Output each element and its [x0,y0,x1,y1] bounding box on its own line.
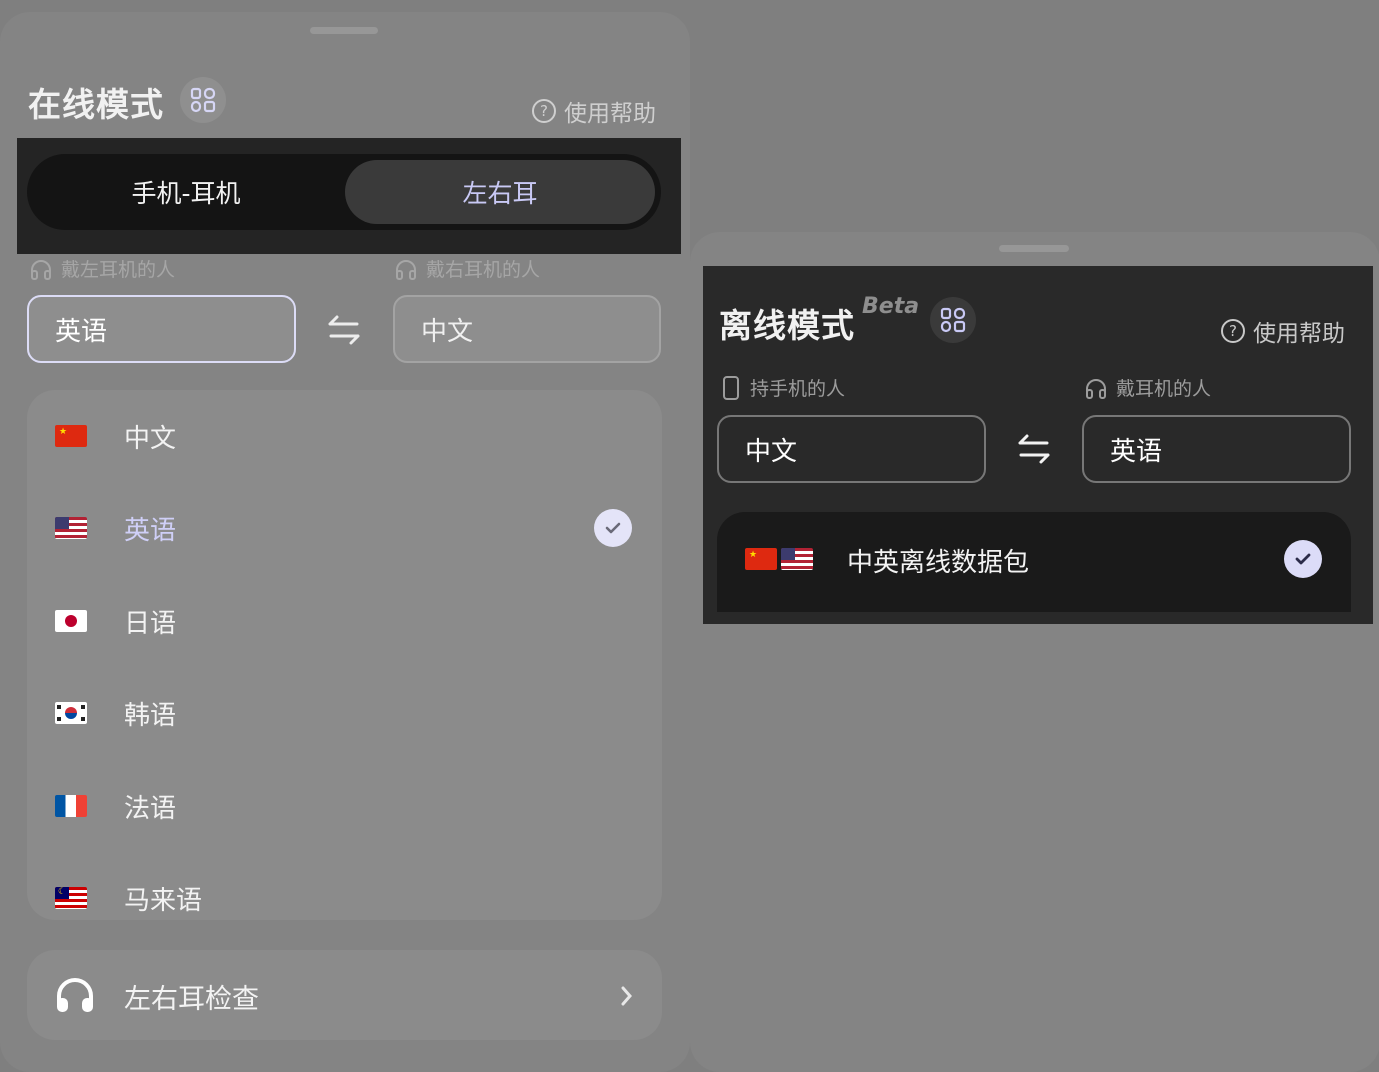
right-ear-label-text: 戴右耳机的人 [426,259,541,281]
tab-phone-earphone-label: 手机-耳机 [131,179,241,208]
offline-package-card[interactable]: ★ 中英离线数据包 [717,512,1351,612]
drag-handle[interactable] [999,245,1069,252]
left-ear-label: 戴左耳机的人 [29,255,175,282]
headphones-icon [396,259,416,280]
swap-icon [1018,434,1050,464]
offline-target-language-value: 英语 [1110,436,1163,467]
ear-check-label: 左右耳检查 [124,984,259,1015]
selected-check-icon [594,509,632,547]
cn-flag-icon: ★ [745,548,777,570]
swap-languages-button[interactable] [326,312,362,352]
source-language-field[interactable]: 英语 [27,295,296,363]
earphone-wearer-label-text: 戴耳机的人 [1116,378,1212,400]
offline-mode-title: 离线模式 [719,306,855,345]
phone-holder-label-text: 持手机的人 [750,378,846,400]
left-ear-label-text: 戴左耳机的人 [61,259,176,281]
jp-flag-icon [55,610,87,632]
chevron-right-icon [621,986,632,1006]
offline-target-language-field[interactable]: 英语 [1082,415,1351,483]
online-mode-title: 在线模式 [28,85,164,124]
offline-package-name: 中英离线数据包 [847,548,1030,578]
language-option-english[interactable]: 英语 [27,498,662,558]
layout-switch-button[interactable] [180,77,226,123]
offline-source-language-field[interactable]: 中文 [717,415,986,483]
phone-holder-label: 持手机的人 [720,374,845,401]
question-icon: ? [532,99,556,123]
help-link[interactable]: ? 使用帮助 [532,94,656,128]
language-name: 法语 [124,793,177,824]
tab-phone-earphone[interactable]: 手机-耳机 [33,160,339,224]
mode-segmented-control: 手机-耳机 左右耳 [17,138,681,254]
my-flag-icon: ☾ [55,887,87,909]
help-label: 使用帮助 [564,101,656,127]
tab-left-right-ear-label: 左右耳 [462,179,538,208]
language-name: 中文 [124,423,177,454]
language-list: ★ 中文 英语 日语 韩语 法语 ☾ 马来语 [27,390,662,920]
drag-handle[interactable] [310,27,378,34]
selected-check-icon [1284,540,1322,578]
fr-flag-icon [55,795,87,817]
ear-check-row[interactable]: 左右耳检查 [27,950,662,1040]
source-language-value: 英语 [55,316,108,347]
language-name: 英语 [124,515,177,546]
right-ear-label: 戴右耳机的人 [394,255,540,282]
language-name: 韩语 [124,700,177,731]
language-name: 日语 [124,608,177,639]
swap-languages-button[interactable] [1016,431,1052,471]
language-option-french[interactable]: 法语 [27,776,662,836]
swap-icon [328,315,360,345]
phone-icon [723,375,739,400]
target-language-field[interactable]: 中文 [393,295,661,363]
grid-switch-icon [190,87,216,113]
language-option-chinese[interactable]: ★ 中文 [27,406,662,466]
target-language-value: 中文 [421,316,474,347]
headphones-icon [57,978,93,1012]
offline-mode-content: 离线模式 Beta ? 使用帮助 持手机的人 戴耳机的人 中文 英语 ★ 中英离… [703,266,1373,624]
help-link[interactable]: ? 使用帮助 [1221,314,1345,348]
us-flag-icon [781,548,813,570]
offline-source-language-value: 中文 [745,436,798,467]
tab-left-right-ear[interactable]: 左右耳 [345,160,655,224]
headphones-icon [1086,378,1106,399]
beta-badge: Beta [862,294,920,319]
kr-flag-icon [55,702,87,724]
headphones-icon [31,259,51,280]
layout-switch-button[interactable] [930,297,976,343]
us-flag-icon [55,517,87,539]
question-icon: ? [1221,319,1245,343]
earphone-wearer-label: 戴耳机的人 [1084,374,1211,401]
language-option-korean[interactable]: 韩语 [27,683,662,743]
language-name: 马来语 [124,885,203,916]
language-option-japanese[interactable]: 日语 [27,591,662,651]
help-label: 使用帮助 [1253,321,1345,347]
language-option-malay[interactable]: ☾ 马来语 [27,868,662,920]
grid-switch-icon [940,307,966,333]
cn-flag-icon: ★ [55,425,87,447]
